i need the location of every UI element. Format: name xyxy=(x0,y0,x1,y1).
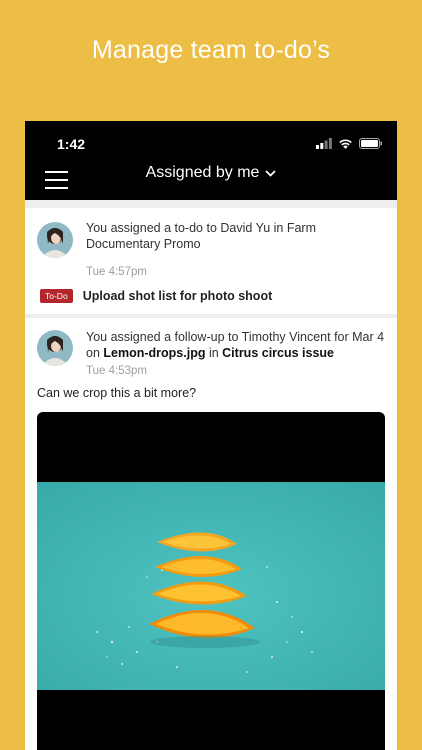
feed-item[interactable]: You assigned a to-do to David Yu in Farm… xyxy=(25,208,397,314)
signal-icon xyxy=(316,138,332,149)
feed-timestamp: Tue 4:53pm xyxy=(86,365,147,377)
project-link[interactable]: Citrus circus issue xyxy=(222,346,334,360)
image-preview[interactable] xyxy=(37,412,385,750)
avatar xyxy=(37,222,73,258)
lemon-photo xyxy=(37,482,385,690)
activity-feed: You assigned a to-do to David Yu in Farm… xyxy=(25,200,397,750)
feed-item[interactable]: You assigned a follow-up to Timothy Vinc… xyxy=(25,318,397,750)
wifi-icon xyxy=(339,139,352,149)
feed-timestamp: Tue 4:57pm xyxy=(86,266,147,278)
comment-text: Can we crop this a bit more? xyxy=(37,386,197,400)
status-icons xyxy=(316,138,383,149)
nav-title: Assigned by me xyxy=(145,164,260,181)
file-link[interactable]: Lemon-drops.jpg xyxy=(103,346,205,360)
battery-icon xyxy=(359,138,382,149)
todo-item[interactable]: To-Do Upload shot list for photo shoot xyxy=(40,289,272,303)
top-bar: 1:42 Assigned by me xyxy=(25,121,397,200)
promo-title: Manage team to-do’s xyxy=(91,36,331,64)
message-text: in xyxy=(205,346,223,360)
todo-title[interactable]: Upload shot list for photo shoot xyxy=(83,289,273,303)
feed-message: You assigned a to-do to David Yu in Farm… xyxy=(86,221,317,251)
todo-badge: To-Do xyxy=(40,289,73,303)
phone-screen: 1:42 Assigned by me You assigned a to-do… xyxy=(25,121,397,750)
status-time: 1:42 xyxy=(57,136,86,152)
chevron-down-icon xyxy=(265,169,277,177)
feed-message: You assigned a follow-up to Timothy Vinc… xyxy=(86,329,385,361)
avatar xyxy=(37,330,73,366)
nav-title-dropdown[interactable]: Assigned by me xyxy=(25,164,397,182)
